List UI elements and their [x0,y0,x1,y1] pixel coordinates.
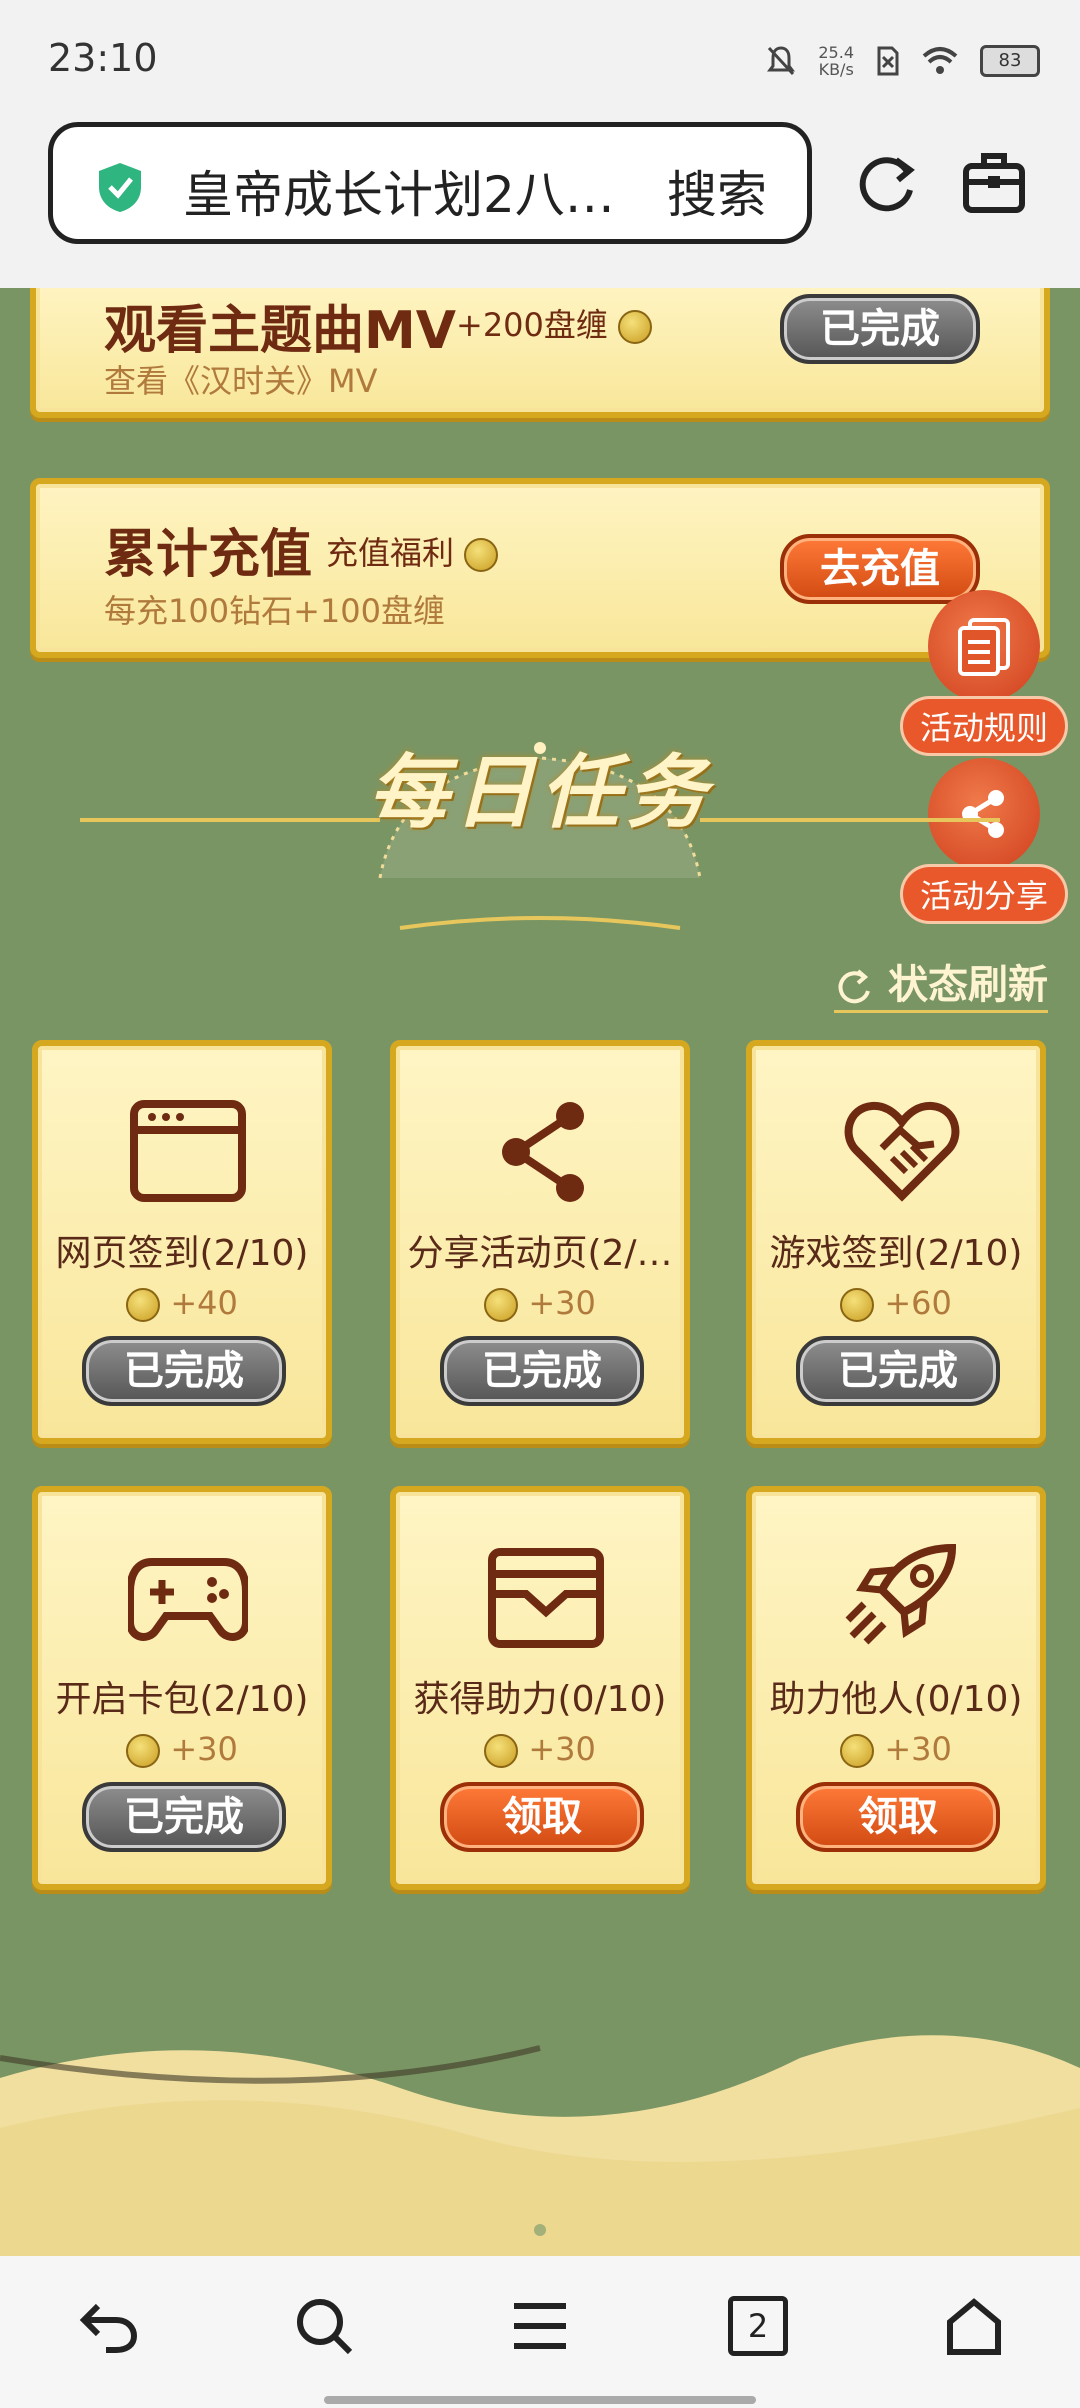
net-speed-unit: KB/s [818,60,854,79]
net-speed-value: 25.4 [818,43,854,62]
sim-off-icon [877,46,899,76]
daily-title-text: 每日任务 [368,746,712,839]
task-reward-text: +200盘缠 [456,306,608,344]
mv-done-button[interactable]: 已完成 [780,294,980,364]
task-reward: +200盘缠 [456,300,653,346]
daily-task-tile: 获得助力(0/10) +30 领取 [390,1486,690,1890]
daily-task-tile: 开启卡包(2/10) +30 已完成 [32,1486,332,1890]
security-shield-icon [99,163,141,212]
status-icons: 25.4 KB/s 83 [766,36,1040,86]
task-tag-text: 充值福利 [326,534,455,572]
daily-task-tile: 助力他人(0/10) +30 领取 [746,1486,1046,1890]
tile-reward: +30 [752,1730,1040,1768]
tile-label: 获得助力(0/10) [413,1679,667,1720]
task-tag: 充值福利 [326,528,499,574]
tile-label: 网页签到(2/10) [55,1233,309,1274]
gamepad-icon [128,1558,248,1641]
handshake-heart-icon [844,1101,960,1202]
coin-icon [126,1734,161,1768]
coin-icon [484,1734,519,1768]
coin-icon [618,310,653,344]
back-icon[interactable] [78,2296,138,2356]
tile-reward-value: +30 [528,1730,596,1768]
share-icon [502,1102,584,1202]
wifi-icon [922,47,958,74]
task-card-recharge: 累计充值 充值福利 每充100钻石+100盘缠 去充值 [30,478,1050,658]
tile-done-button[interactable]: 已完成 [82,1336,286,1406]
tile-reward-value: +30 [528,1284,596,1322]
rules-circle [928,590,1040,702]
toolbox-icon[interactable] [962,152,1026,214]
address-bar[interactable]: 皇帝成长计划2八… 搜索 [48,122,812,244]
search-icon[interactable] [294,2296,354,2356]
daily-task-tile: 网页签到(2/10) +40 已完成 [32,1040,332,1444]
tile-reward: +30 [396,1730,684,1768]
coin-icon [126,1288,161,1322]
tile-reward: +30 [396,1284,684,1322]
tabs-button[interactable]: 2 [728,2296,788,2356]
refresh-icon[interactable] [854,152,920,218]
task-desc: 每充100钻石+100盘缠 [104,592,445,630]
task-desc: 查看《汉时关》MV [104,362,378,400]
bell-muted-icon [767,46,796,76]
tile-label: 开启卡包(2/10) [55,1679,309,1720]
share-label: 活动分享 [900,864,1068,924]
landscape-decoration [0,2035,1080,2256]
menu-icon[interactable] [510,2296,570,2356]
tile-label: 分享活动页(2/… [407,1233,673,1274]
daily-task-tile: 游戏签到(2/10) +60 已完成 [746,1040,1046,1444]
task-card-mv: 观看主题曲MV +200盘缠 查看《汉时关》MV 已完成 [30,288,1050,418]
net-speed: 25.4 KB/s [818,44,854,78]
tile-reward: +40 [38,1284,326,1322]
tile-reward: +30 [38,1730,326,1768]
document-icon [958,618,1010,676]
tile-label: 游戏签到(2/10) [769,1233,1023,1274]
tile-reward: +60 [752,1284,1040,1322]
coin-icon [464,538,499,572]
coin-icon [840,1734,875,1768]
activity-page: 观看主题曲MV +200盘缠 查看《汉时关》MV 已完成 累计充值 充值福利 每… [0,288,1080,2256]
rocket-icon [845,1543,957,1645]
coin-icon [484,1288,519,1322]
tile-label: 助力他人(0/10) [769,1679,1023,1720]
status-refresh-button[interactable]: 状态刷新 [834,952,1048,1013]
browser-window-icon [130,1100,246,1202]
tile-reward-value: +30 [170,1730,238,1768]
claim-button[interactable]: 领取 [796,1782,1000,1852]
wallet-icon [488,1548,604,1648]
refresh-small-icon [838,969,870,1004]
battery-indicator: 83 [980,45,1040,77]
home-icon[interactable] [944,2296,1004,2356]
daily-task-tile: 分享活动页(2/… +30 已完成 [390,1040,690,1444]
claim-button[interactable]: 领取 [440,1782,644,1852]
daily-tasks-heading: 每日任务 [0,728,1080,844]
browser-top-bar: 皇帝成长计划2八… 搜索 [0,112,1080,288]
task-title: 累计充值 [104,525,313,585]
refresh-label: 状态刷新 [888,962,1048,1008]
status-time: 23:10 [48,36,158,80]
tile-reward-value: +60 [884,1284,952,1322]
task-title: 观看主题曲MV [104,301,456,361]
tile-done-button[interactable]: 已完成 [440,1336,644,1406]
tabs-count: 2 [747,2307,769,2345]
tile-done-button[interactable]: 已完成 [796,1336,1000,1406]
coin-icon [840,1288,875,1322]
bottom-navigation: 2 [0,2256,1080,2408]
status-bar: 23:10 25.4 KB/s 83 [0,0,1080,112]
home-indicator [324,2396,756,2404]
tile-reward-value: +30 [884,1730,952,1768]
url-text[interactable]: 皇帝成长计划2八… [183,155,615,227]
tile-done-button[interactable]: 已完成 [82,1782,286,1852]
search-button[interactable]: 搜索 [667,155,767,227]
tile-reward-value: +40 [170,1284,238,1322]
